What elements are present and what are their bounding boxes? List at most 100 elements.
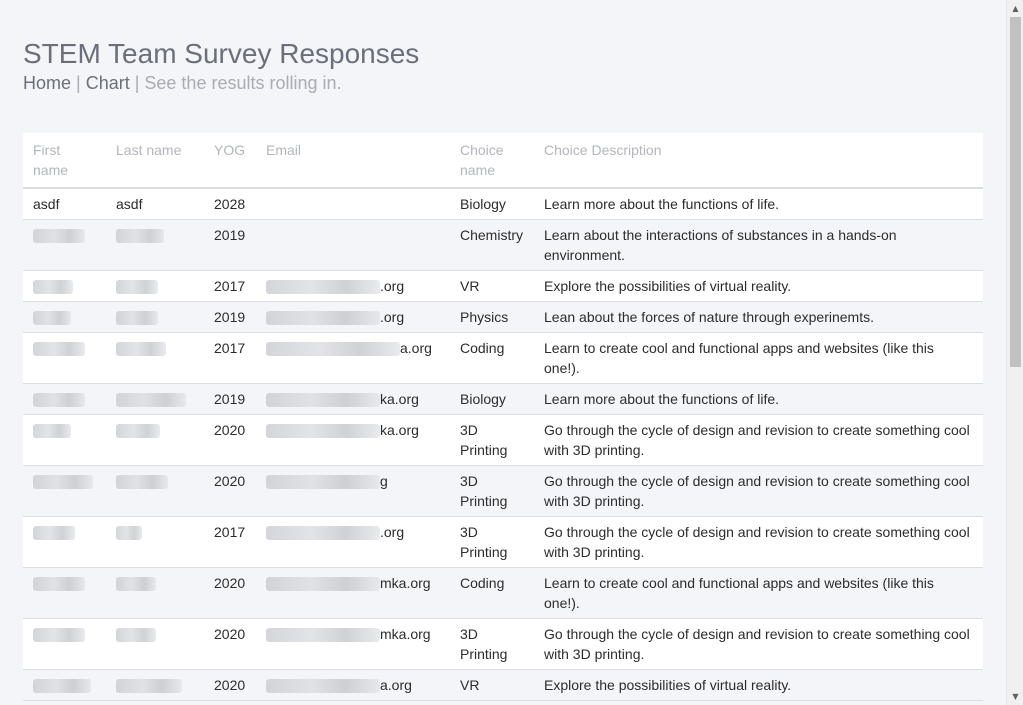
redacted-name [116,342,166,357]
column-header-first-name[interactable]: First name [23,133,106,189]
table-row[interactable]: 2017 a.org Coding Learn to create cool and … [23,332,983,384]
cell-choice-name: 3D Printing [450,414,534,466]
redacted-name [33,424,71,439]
column-header-choice-description[interactable]: Choice Description [534,133,983,189]
cell-last-name [106,332,204,384]
cell-yog: 2028 [204,188,256,220]
cell-last-name [106,301,204,333]
email-text: .org [380,524,405,540]
cell-yog: 2020 [204,567,256,619]
scrollbar-thumb[interactable] [1010,17,1021,367]
cell-choice-name: Physics [450,301,534,333]
cell-yog: 2017 [204,332,256,384]
cell-email: ka.org [256,414,450,466]
scroll-down-arrow-icon[interactable]: ▼ [1007,688,1023,705]
redacted-email [266,577,380,592]
redacted-name [116,393,186,408]
cell-yog: 2017 [204,270,256,302]
cell-first-name [23,332,106,384]
table-row[interactable]: 2019 .org Physics Lean about the forces of … [23,301,983,333]
cell-choice-name: Biology [450,188,534,220]
table-row[interactable]: 2020 a.org VR Explore the possibilities of … [23,669,983,701]
cell-choice-description: Go through the cycle of design and revis… [534,414,983,466]
redacted-name [116,475,168,490]
email-text: .org [380,278,405,294]
table-row[interactable]: 2020 mka.org 3D Printing Go through the cyc… [23,618,983,670]
redacted-email [266,679,380,694]
cell-choice-name: 3D Printing [450,465,534,517]
cell-first-name [23,567,106,619]
table-row[interactable]: 2020 mka.org Coding Learn to create cool an… [23,567,983,619]
cell-choice-name: Coding [450,567,534,619]
redacted-email [266,311,380,326]
cell-last-name [106,270,204,302]
redacted-name [33,229,85,244]
cell-first-name: asdf [23,188,106,220]
table-row[interactable]: 2020 g 3D Printing Go through the cycle of … [23,465,983,517]
cell-last-name [106,383,204,415]
redacted-email [266,393,380,408]
responses-table: First name Last name YOG Email Choice na… [23,133,983,701]
cell-choice-description: Learn to create cool and functional apps… [534,567,983,619]
redacted-name [33,526,75,541]
table-row[interactable]: 2017 .org 3D Printing Go through the cycle … [23,516,983,568]
email-text: mka.org [380,626,431,642]
cell-first-name [23,301,106,333]
redacted-name [116,280,158,295]
scroll-up-arrow-icon[interactable]: ▲ [1007,0,1023,17]
column-header-choice-name[interactable]: Choice name [450,133,534,189]
vertical-scrollbar[interactable]: ▲ ▼ [1006,0,1023,705]
redacted-name [116,311,158,326]
cell-yog: 2020 [204,669,256,701]
redacted-name [33,393,85,408]
redacted-email [266,280,380,295]
nav-home-link[interactable]: Home [23,73,71,93]
cell-choice-name: VR [450,270,534,302]
redacted-email [266,475,380,490]
cell-choice-description: Learn to create cool and functional apps… [534,332,983,384]
cell-first-name [23,465,106,517]
redacted-name [116,424,160,439]
column-header-yog[interactable]: YOG [204,133,256,189]
cell-email: .org [256,270,450,302]
cell-yog: 2019 [204,383,256,415]
table-row[interactable]: 2020 ka.org 3D Printing Go through the cycl… [23,414,983,466]
redacted-name [116,526,142,541]
cell-choice-description: Explore the possibilities of virtual rea… [534,669,983,701]
cell-first-name [23,669,106,701]
table-row[interactable]: asdf asdf 2028 Biology Learn more about the … [23,188,983,220]
cell-email: mka.org [256,567,450,619]
breadcrumb: Home | Chart | See the results rolling i… [23,73,342,94]
cell-choice-description: Explore the possibilities of virtual rea… [534,270,983,302]
redacted-name [116,628,156,643]
cell-choice-description: Go through the cycle of design and revis… [534,618,983,670]
cell-choice-name: 3D Printing [450,618,534,670]
column-header-last-name[interactable]: Last name [106,133,204,189]
nav-chart-link[interactable]: Chart [86,73,130,93]
cell-yog: 2017 [204,516,256,568]
cell-email [256,188,450,220]
redacted-email [266,526,380,541]
table-row[interactable]: 2017 .org VR Explore the possibilities of v… [23,270,983,302]
redacted-name [33,475,93,490]
cell-choice-description: Learn more about the functions of life. [534,188,983,220]
redacted-name [33,628,85,643]
cell-first-name [23,219,106,271]
email-text: ka.org [380,391,419,407]
column-header-email[interactable]: Email [256,133,450,189]
cell-choice-name: VR [450,669,534,701]
redacted-name [33,577,85,592]
cell-email: ka.org [256,383,450,415]
cell-choice-description: Lean about the forces of nature through … [534,301,983,333]
redacted-name [33,679,91,694]
table-row[interactable]: 2019 ka.org Biology Learn more about the fu… [23,383,983,415]
email-text: g [380,473,388,489]
cell-choice-name: Chemistry [450,219,534,271]
cell-email: .org [256,516,450,568]
cell-first-name [23,270,106,302]
table-row[interactable]: 2019 Chemistry Learn about the interaction… [23,219,983,271]
cell-last-name [106,567,204,619]
redacted-name [116,229,164,244]
redacted-name [33,342,85,357]
cell-yog: 2020 [204,618,256,670]
